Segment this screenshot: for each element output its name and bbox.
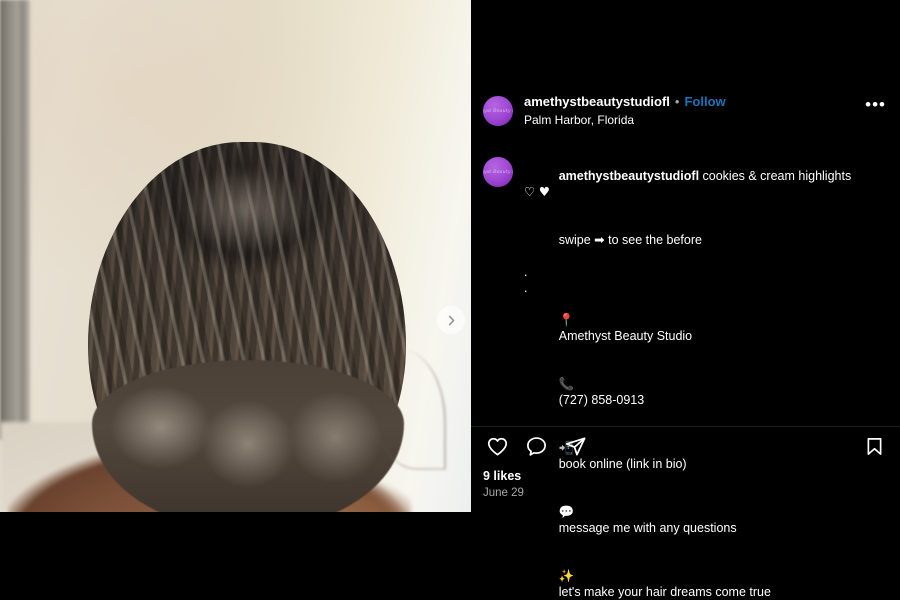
comment-button[interactable] [522, 432, 550, 460]
bookmark-icon [867, 437, 881, 455]
caption-text: amethystbeautystudiofl cookies & cream h… [524, 152, 876, 600]
caption-line1-text: cookies & cream highlights [699, 169, 855, 183]
caption-message-me: message me with any questions [558, 521, 737, 535]
caption-phone-number: (727) 858-0913 [558, 393, 645, 407]
comment-icon [526, 436, 546, 456]
caption-username[interactable]: amethystbeautystudiofl [559, 169, 699, 183]
caption-studio-name: Amethyst Beauty Studio [558, 329, 693, 343]
caption-contact-line: 💬 message me with any questions [524, 488, 876, 552]
caption-spacer-dot: . [524, 265, 528, 279]
caption-tagline: let's make your hair dreams come true [558, 585, 771, 599]
share-icon [565, 436, 585, 456]
caption-swipe-pre: swipe [558, 233, 595, 247]
likes-count[interactable]: 9 likes [483, 469, 521, 483]
avatar[interactable]: Amethyst Beauty Studio [483, 96, 513, 126]
caption-contact-line: 📍 Amethyst Beauty Studio [524, 296, 876, 360]
phone-icon: 📞 [558, 376, 575, 391]
like-button[interactable] [483, 432, 511, 460]
chevron-right-icon [448, 315, 454, 325]
next-slide-button[interactable] [437, 306, 465, 334]
heart-icon [487, 437, 507, 456]
header-username-row: amethystbeautystudiofl • Follow [524, 93, 726, 110]
instagram-post-screen: Amethyst Beauty Studio amethystbeautystu… [0, 0, 900, 600]
right-arrow-icon: ➡ [594, 232, 605, 247]
door-frame-shadow [20, 0, 31, 448]
follow-button[interactable]: Follow [684, 93, 725, 110]
actions-divider [471, 426, 900, 427]
caption-contact-line: 📞 (727) 858-0913 [524, 360, 876, 424]
caption-avatar[interactable]: Amethyst Beauty Studio [483, 157, 513, 187]
hair-wave-ends [92, 360, 404, 512]
speech-bubble-icon: 💬 [558, 504, 575, 519]
action-bar [471, 432, 900, 462]
header-separator: • [674, 94, 680, 109]
post-header: Amethyst Beauty Studio amethystbeautystu… [471, 85, 900, 145]
caption-avatar-logo-text: Amethyst Beauty Studio [483, 169, 513, 175]
post-location[interactable]: Palm Harbor, Florida [524, 112, 726, 128]
caption-line-1: amethystbeautystudiofl cookies & cream h… [524, 152, 876, 216]
caption-block: Amethyst Beauty Studio amethystbeautystu… [471, 152, 900, 600]
hair-highlight-sheen [150, 155, 340, 275]
post-details-panel: Amethyst Beauty Studio amethystbeautystu… [471, 0, 900, 599]
header-username[interactable]: amethystbeautystudiofl [524, 93, 670, 110]
save-button[interactable] [860, 432, 888, 460]
location-pin-icon: 📍 [558, 312, 575, 327]
header-text-block: amethystbeautystudiofl • Follow Palm Har… [524, 93, 726, 128]
post-media[interactable] [0, 0, 471, 512]
sparkles-icon: ✨ [558, 568, 575, 583]
more-options-button[interactable]: ••• [862, 96, 886, 115]
heart-outline-icon: ♡ [524, 184, 536, 199]
caption-swipe-post: to see the before [604, 233, 702, 247]
action-buttons-left [483, 432, 886, 460]
avatar-logo-text: Amethyst Beauty Studio [483, 108, 513, 114]
share-button[interactable] [561, 432, 589, 460]
post-date: June 29 [483, 487, 524, 499]
heart-filled-icon: ♥ [538, 184, 550, 199]
caption-contact-line: ✨ let's make your hair dreams come true [524, 552, 876, 600]
caption-line-2: swipe ➡ to see the before [524, 216, 876, 264]
caption-spacer-dot: . [524, 281, 528, 295]
